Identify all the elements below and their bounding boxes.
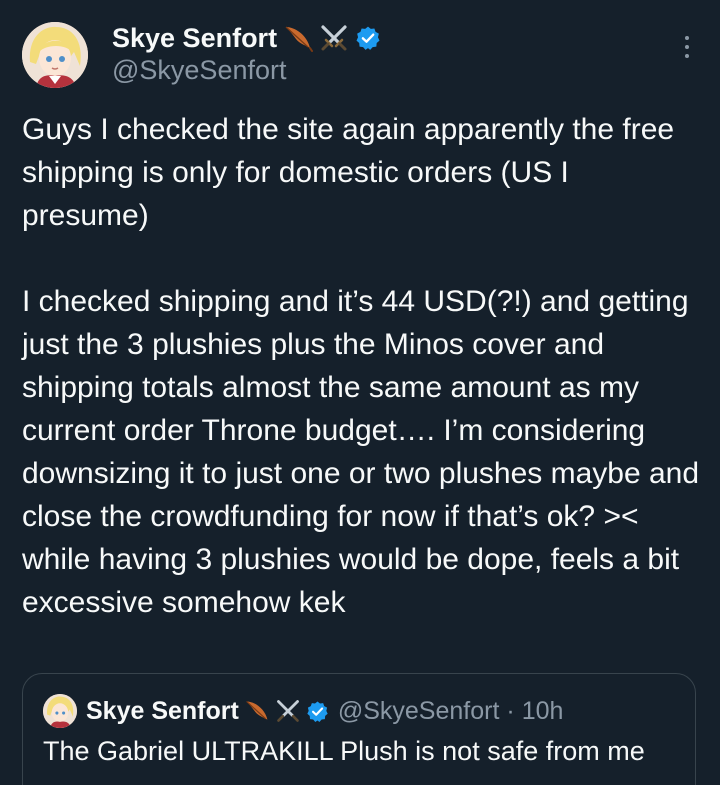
- verified-badge-icon[interactable]: [355, 25, 381, 51]
- tweet-paragraph: Guys I checked the site again apparently…: [22, 113, 675, 232]
- crossed-swords-icon: [319, 23, 349, 53]
- quoted-tweet-text: The Gabriel ULTRAKILL Plush is not safe …: [43, 736, 645, 766]
- more-options-icon[interactable]: [680, 36, 694, 62]
- feather-icon: [283, 23, 314, 53]
- author-display-name[interactable]: Skye Senfort: [112, 23, 277, 54]
- quoted-author-handle: @SkyeSenfort: [337, 696, 500, 725]
- tweet-text: Guys I checked the site again apparently…: [22, 108, 702, 624]
- author-handle[interactable]: @SkyeSenfort: [112, 55, 287, 86]
- quoted-timestamp[interactable]: 10h: [522, 697, 564, 726]
- verified-badge-icon: [306, 700, 329, 723]
- crossed-swords-icon: [275, 698, 301, 724]
- quoted-separator: ·: [506, 696, 515, 725]
- tweet-paragraph: I checked shipping and it’s 44 USD(?!) a…: [22, 285, 700, 619]
- tweet-card: Skye Senfort @SkyeSenfort Guys I checked…: [0, 0, 720, 785]
- quoted-tweet[interactable]: Skye Senfort @SkyeSenfort · 10h The Gabr…: [22, 673, 696, 785]
- quoted-tweet-header: Skye Senfort @SkyeSenfort · 10h: [43, 694, 563, 728]
- quoted-author-avatar: [43, 694, 77, 728]
- author-name-row[interactable]: Skye Senfort: [112, 20, 381, 56]
- feather-icon: [244, 698, 270, 724]
- quoted-author-display-name: Skye Senfort: [86, 696, 239, 725]
- author-avatar[interactable]: [22, 22, 88, 88]
